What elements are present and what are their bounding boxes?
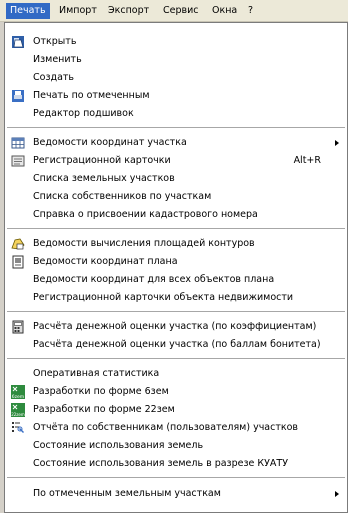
- menu-bar: Печать Импорт Экспорт Сервис Окна ?: [0, 0, 348, 22]
- area-icon: [11, 238, 25, 250]
- menu-item-parcel-list[interactable]: Списка земельных участков: [5, 170, 347, 188]
- submenu-arrow-icon: [335, 491, 339, 497]
- form-22zem-icon: 22zem: [11, 403, 25, 417]
- svg-text:6zem: 6zem: [12, 394, 24, 399]
- print-icon: [12, 90, 24, 102]
- separator: [7, 228, 345, 229]
- menu-item-selected-parcels[interactable]: По отмеченным земельным участкам: [5, 485, 347, 503]
- menu-export[interactable]: Экспорт: [104, 3, 153, 19]
- menu-import[interactable]: Импорт: [55, 3, 101, 19]
- table-icon: [11, 137, 25, 149]
- menu-item-land-use-state[interactable]: Состояние использования земель: [5, 437, 347, 455]
- menu-item-form-22zem[interactable]: 22zem Разработки по форме 22зем: [5, 401, 347, 419]
- menu-item-cadastral-certificate[interactable]: Справка о присвоении кадастрового номера: [5, 206, 347, 224]
- menu-item-contour-areas[interactable]: Ведомости вычисления площадей контуров: [5, 235, 347, 253]
- svg-text:22zem: 22zem: [11, 412, 25, 417]
- plan-icon: [12, 255, 24, 269]
- card-icon: [11, 155, 25, 167]
- menu-item-create[interactable]: Создать: [5, 69, 347, 87]
- menu-item-open[interactable]: Открыть: [5, 33, 347, 51]
- open-icon: [12, 36, 24, 48]
- menu-item-registration-card[interactable]: Регистрационной карточки Alt+R: [5, 152, 347, 170]
- menu-print[interactable]: Печать: [6, 3, 50, 19]
- menu-item-parcel-coords[interactable]: Ведомости координат участка: [5, 134, 347, 152]
- menu-item-edit[interactable]: Изменить: [5, 51, 347, 69]
- print-dropdown-menu: Открыть Изменить Создать Печать по отмеч…: [4, 22, 348, 513]
- calc-icon: [12, 320, 24, 334]
- menu-item-print-selected[interactable]: Печать по отмеченным: [5, 87, 347, 105]
- separator: [7, 311, 345, 312]
- menu-item-valuation-coefficients[interactable]: Расчёта денежной оценки участка (по коэф…: [5, 318, 347, 336]
- menu-item-all-objects-coords[interactable]: Ведомости координат для всех объектов пл…: [5, 271, 347, 289]
- menu-item-operational-stats[interactable]: Оперативная статистика: [5, 365, 347, 383]
- separator: [7, 358, 345, 359]
- menu-item-valuation-bonitet[interactable]: Расчёта денежной оценки участка (по балл…: [5, 336, 347, 354]
- menu-item-owners-list[interactable]: Списка собственников по участкам: [5, 188, 347, 206]
- owners-report-icon: [12, 422, 24, 433]
- menu-item-binding-editor[interactable]: Редактор подшивок: [5, 105, 347, 123]
- menu-service[interactable]: Сервис: [159, 3, 203, 19]
- form-6zem-icon: 6zem: [11, 385, 25, 399]
- menu-windows[interactable]: Окна: [208, 3, 241, 19]
- separator: [7, 477, 345, 478]
- menu-item-owners-report[interactable]: Отчёта по собственникам (пользователям) …: [5, 419, 347, 437]
- submenu-arrow-icon: [335, 140, 339, 146]
- menu-item-plan-coords[interactable]: Ведомости координат плана: [5, 253, 347, 271]
- shortcut-label: Alt+R: [293, 155, 321, 166]
- menu-item-property-card[interactable]: Регистрационной карточки объекта недвижи…: [5, 289, 347, 307]
- menu-help[interactable]: ?: [244, 3, 257, 19]
- menu-item-land-use-kuatu[interactable]: Состояние использования земель в разрезе…: [5, 455, 347, 473]
- menu-item-form-6zem[interactable]: 6zem Разработки по форме 6зем: [5, 383, 347, 401]
- separator: [7, 127, 345, 128]
